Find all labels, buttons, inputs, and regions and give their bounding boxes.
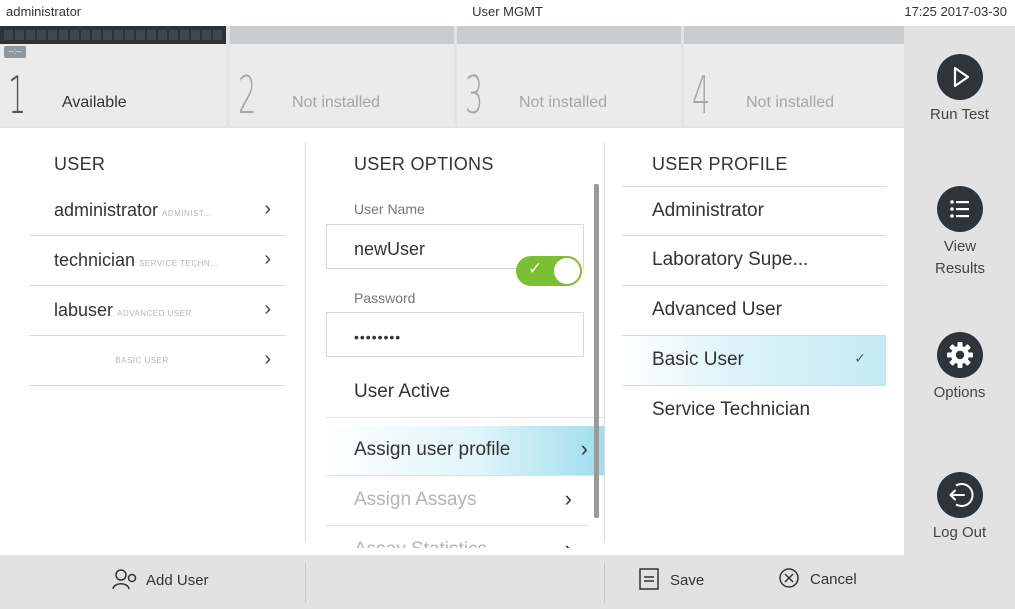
user-active-toggle[interactable]: ✓ <box>516 256 582 286</box>
profile-item[interactable]: Laboratory Supe... <box>622 236 886 286</box>
profile-item[interactable]: Advanced User <box>622 286 886 336</box>
view-results-button[interactable]: View Results <box>904 186 1015 280</box>
user-list-item[interactable]: technician SERVICE TECHN... › <box>29 236 285 286</box>
gear-icon <box>936 332 983 378</box>
module-number: 2 <box>238 66 257 126</box>
profile-item[interactable]: Administrator <box>622 186 886 236</box>
check-icon: ✓ <box>528 259 543 278</box>
screen-title: User MGMT <box>472 4 543 19</box>
user-active-row: User Active <box>326 368 604 418</box>
module-number: 1 <box>8 66 27 126</box>
assign-assays-item[interactable]: Assign Assays › <box>326 476 588 526</box>
module-tabs: --:-- 1 Available 2 Not installed 3 Not … <box>0 26 904 128</box>
profile-label: Administrator <box>652 200 764 221</box>
datetime: 17:25 2017-03-30 <box>904 4 1007 19</box>
user-active-label: User Active <box>354 381 451 402</box>
module-tab-1[interactable]: --:-- 1 Available <box>0 26 226 126</box>
profile-label: Laboratory Supe... <box>652 249 809 270</box>
module-status: Available <box>62 94 127 111</box>
user-name: administrator <box>54 200 159 220</box>
profile-item-selected[interactable]: Basic User ✓ <box>622 336 886 386</box>
module-status: Not installed <box>519 94 608 111</box>
log-out-icon <box>936 472 983 518</box>
user-list-item[interactable]: labuser ADVANCED USER › <box>29 286 285 336</box>
module-tab-4[interactable]: 4 Not installed <box>684 26 904 126</box>
add-user-button[interactable]: Add User <box>112 567 209 595</box>
user-role: ADVANCED USER <box>117 309 192 318</box>
chevron-right-icon: › <box>565 536 572 548</box>
module-tab-3[interactable]: 3 Not installed <box>457 26 681 126</box>
chevron-right-icon: › <box>264 348 271 370</box>
check-icon: ✓ <box>854 350 866 366</box>
main-panel: USER administrator ADMINIST... › technici… <box>0 128 904 548</box>
module-tab-2[interactable]: 2 Not installed <box>230 26 454 126</box>
save-button[interactable]: Save <box>638 567 704 595</box>
chevron-right-icon: › <box>564 486 572 511</box>
user-role: SERVICE TECHN... <box>139 259 219 268</box>
module-status: Not installed <box>292 94 381 111</box>
user-role: BASIC USER <box>115 356 169 365</box>
user-profile-title: USER PROFILE <box>652 154 788 174</box>
run-test-label: Run Test <box>930 106 989 123</box>
list-icon <box>936 186 983 232</box>
play-icon <box>936 54 983 100</box>
module-status: Not installed <box>746 94 835 111</box>
username-label: User Name <box>354 201 425 217</box>
save-icon <box>638 567 660 595</box>
assign-user-profile-label: Assign user profile <box>354 439 511 460</box>
profile-label: Advanced User <box>652 299 782 320</box>
chevron-right-icon: › <box>580 436 588 461</box>
chevron-right-icon: › <box>264 298 271 320</box>
cancel-label: Cancel <box>810 570 857 588</box>
assay-statistics-label: Assay Statistics <box>354 539 487 548</box>
module-timer-badge: --:-- <box>4 46 26 58</box>
options-scrollbar[interactable] <box>594 184 599 518</box>
profile-label: Basic User <box>652 349 744 370</box>
profile-item[interactable]: Service Technician <box>622 386 886 436</box>
chevron-right-icon: › <box>264 198 271 220</box>
cancel-button[interactable]: Cancel <box>778 567 857 593</box>
options-label: Options <box>933 384 986 401</box>
save-label: Save <box>670 571 705 589</box>
password-label: Password <box>354 290 416 306</box>
user-column-title: USER <box>54 154 106 174</box>
cancel-icon <box>778 567 800 593</box>
chevron-right-icon: › <box>264 248 271 270</box>
user-list-item[interactable]: administrator ADMINIST... › <box>29 186 285 236</box>
user-role: ADMINIST... <box>162 209 212 218</box>
add-user-icon <box>112 567 138 595</box>
sidebar: Run Test View Results Options Log Out <box>904 26 1015 609</box>
log-out-label: Log Out <box>932 524 987 541</box>
user-name: labuser <box>54 300 114 320</box>
assign-user-profile-item[interactable]: Assign user profile › <box>326 426 604 476</box>
user-list-item[interactable]: BASIC USER › <box>29 336 285 386</box>
log-out-button[interactable]: Log Out <box>904 472 1015 544</box>
options-button[interactable]: Options <box>904 332 1015 404</box>
user-name: technician <box>54 250 136 270</box>
profile-label: Service Technician <box>652 399 811 420</box>
module-number: 4 <box>692 66 711 126</box>
assign-assays-label: Assign Assays <box>354 489 477 510</box>
password-input[interactable]: •••••••• <box>326 312 584 357</box>
module-number: 3 <box>465 66 484 126</box>
run-test-button[interactable]: Run Test <box>904 54 1015 126</box>
view-results-label: View Results <box>934 238 986 277</box>
assay-statistics-item[interactable]: Assay Statistics › <box>326 526 588 548</box>
status-bar: administrator User MGMT 17:25 2017-03-30 <box>0 0 1015 26</box>
bottom-toolbar: Add User Save Cancel <box>0 555 904 609</box>
add-user-label: Add User <box>146 571 209 589</box>
user-options-title: USER OPTIONS <box>354 154 494 174</box>
